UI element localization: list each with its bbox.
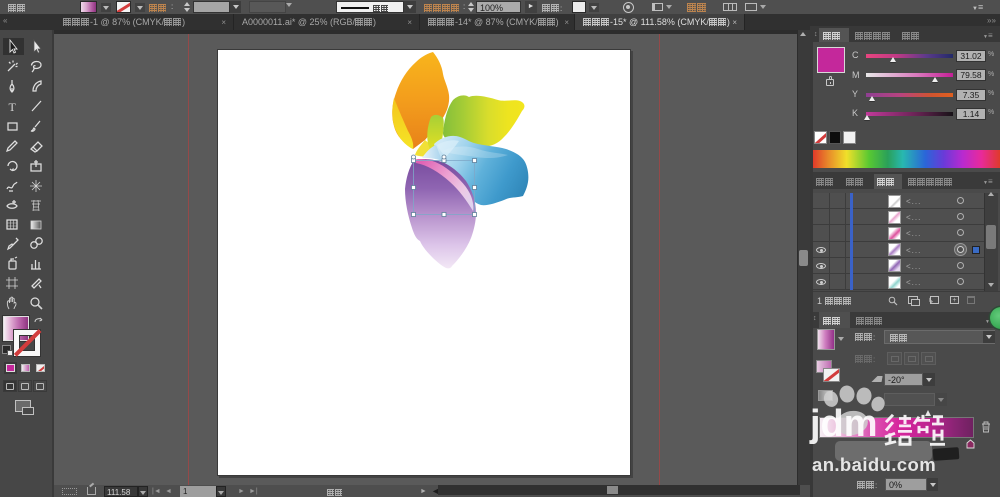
svg-text:T: T: [9, 100, 17, 114]
